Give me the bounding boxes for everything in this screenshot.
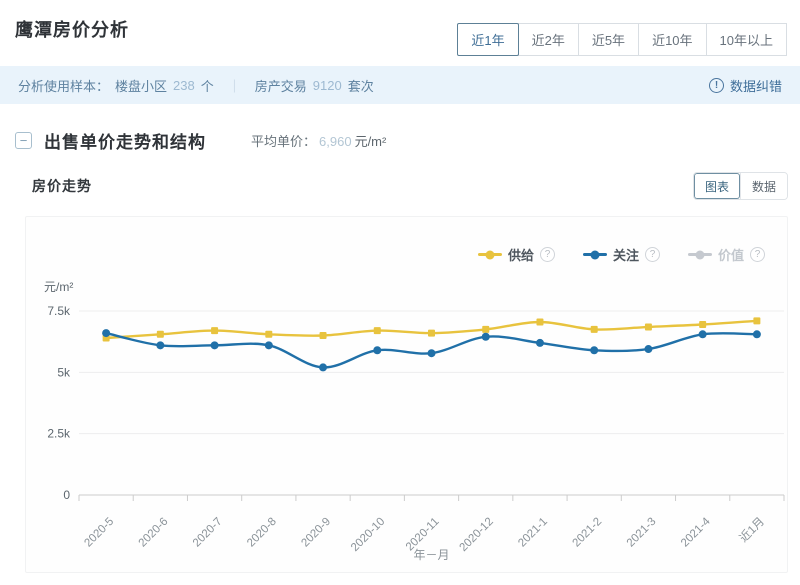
y-axis-tick-label: 7.5k xyxy=(47,304,71,318)
deal-label: 房产交易 xyxy=(255,76,307,95)
tab-recent-5-years[interactable]: 近5年 xyxy=(578,23,639,56)
attention-data-point[interactable] xyxy=(644,345,652,353)
sample-label: 楼盘小区 xyxy=(115,76,167,95)
section-title: 出售单价走势和结构 xyxy=(44,128,206,153)
supply-data-point[interactable] xyxy=(536,319,543,326)
attention-data-point[interactable] xyxy=(265,341,273,349)
view-tab-data[interactable]: 数据 xyxy=(740,173,787,199)
tab-over-10-years[interactable]: 10年以上 xyxy=(706,23,787,56)
tab-recent-10-years[interactable]: 近10年 xyxy=(638,23,706,56)
chart-panel: 供给 ? 关注 ? 价值 ? 02.5k5k7.5k元/m²2020-52020… xyxy=(25,216,788,573)
attention-data-point[interactable] xyxy=(428,349,436,357)
average-price: 平均单价：6,960元/m² xyxy=(251,131,386,150)
x-axis-label: 2020-8 xyxy=(245,516,279,550)
supply-data-point[interactable] xyxy=(482,326,489,333)
x-axis-label: 2021-3 xyxy=(625,516,659,550)
yingtan-price-analysis-page: 鹰潭房价分析 近1年 近2年 近5年 近10年 10年以上 分析使用样本： 楼盘… xyxy=(0,0,800,585)
divider: ｜ xyxy=(228,76,241,95)
supply-data-point[interactable] xyxy=(157,331,164,338)
info-icon: ! xyxy=(709,78,724,93)
y-axis-unit-label: 元/m² xyxy=(44,280,73,294)
sample-unit: 个 xyxy=(201,76,214,95)
attention-data-point[interactable] xyxy=(482,333,490,341)
y-axis-tick-label: 5k xyxy=(57,365,71,379)
attention-data-point[interactable] xyxy=(753,330,761,338)
attention-data-point[interactable] xyxy=(319,363,327,371)
attention-data-point[interactable] xyxy=(102,329,110,337)
x-axis-label: 2021-1 xyxy=(516,516,550,550)
supply-data-point[interactable] xyxy=(428,330,435,337)
section-header: − 出售单价走势和结构 平均单价：6,960元/m² xyxy=(15,128,386,153)
average-price-label: 平均单价： xyxy=(251,134,316,149)
tab-recent-2-years[interactable]: 近2年 xyxy=(518,23,579,56)
attention-data-point[interactable] xyxy=(536,339,544,347)
x-axis-label: 2020-6 xyxy=(137,516,171,550)
x-axis-title: 年－月 xyxy=(413,548,449,562)
supply-data-point[interactable] xyxy=(591,326,598,333)
x-axis-label: 2021-4 xyxy=(679,515,713,549)
x-axis-label: 2021-2 xyxy=(571,516,605,550)
data-correction-label: 数据纠错 xyxy=(730,76,782,95)
x-axis-label: 2020-10 xyxy=(349,516,387,554)
chart-title: 房价走势 xyxy=(32,176,92,196)
y-axis-tick-label: 0 xyxy=(63,488,70,502)
page-title: 鹰潭房价分析 xyxy=(15,16,129,42)
time-range-tabs: 近1年 近2年 近5年 近10年 10年以上 xyxy=(458,23,787,56)
supply-data-point[interactable] xyxy=(374,327,381,334)
average-price-value: 6,960 xyxy=(319,134,352,149)
attention-data-point[interactable] xyxy=(373,346,381,354)
view-switcher: 图表 数据 xyxy=(693,172,788,200)
x-axis-label: 2020-9 xyxy=(299,516,333,550)
sample-info-bar: 分析使用样本： 楼盘小区 238 个 ｜ 房产交易 9120 套次 ! 数据纠错 xyxy=(0,66,800,104)
price-trend-chart: 0 2.5k 5k 7.5k 元/m² 2020-5 2020-6 2020-7 2020-8 2… xyxy=(26,217,787,572)
x-axis-label: 2020-12 xyxy=(458,516,496,554)
supply-data-point[interactable] xyxy=(699,321,706,328)
x-axis-label: 2020-7 xyxy=(191,516,225,550)
x-axis-label: 2020-5 xyxy=(82,516,116,550)
sample-prefix: 分析使用样本： xyxy=(18,76,109,95)
sample-info-text: 分析使用样本： 楼盘小区 238 个 ｜ 房产交易 9120 套次 xyxy=(18,76,374,95)
x-axis-label: 近1月 xyxy=(737,515,767,545)
supply-data-point[interactable] xyxy=(320,332,327,339)
supply-data-point[interactable] xyxy=(645,323,652,330)
attention-data-point[interactable] xyxy=(211,341,219,349)
collapse-icon[interactable]: − xyxy=(15,132,32,149)
y-axis-tick-label: 2.5k xyxy=(47,427,71,441)
chart-subheader: 房价走势 图表 数据 xyxy=(32,172,788,200)
tab-recent-1-year[interactable]: 近1年 xyxy=(457,23,518,56)
attention-data-point[interactable] xyxy=(156,341,164,349)
deal-count: 9120 xyxy=(313,78,342,93)
data-correction-link[interactable]: ! 数据纠错 xyxy=(709,76,782,95)
sample-count: 238 xyxy=(173,78,195,93)
supply-data-point[interactable] xyxy=(211,327,218,334)
supply-data-point[interactable] xyxy=(265,331,272,338)
attention-data-point[interactable] xyxy=(590,346,598,354)
view-tab-chart[interactable]: 图表 xyxy=(694,173,740,199)
deal-unit: 套次 xyxy=(348,76,374,95)
average-price-unit: 元/m² xyxy=(355,134,387,149)
supply-data-point[interactable] xyxy=(753,317,760,324)
attention-data-point[interactable] xyxy=(699,330,707,338)
